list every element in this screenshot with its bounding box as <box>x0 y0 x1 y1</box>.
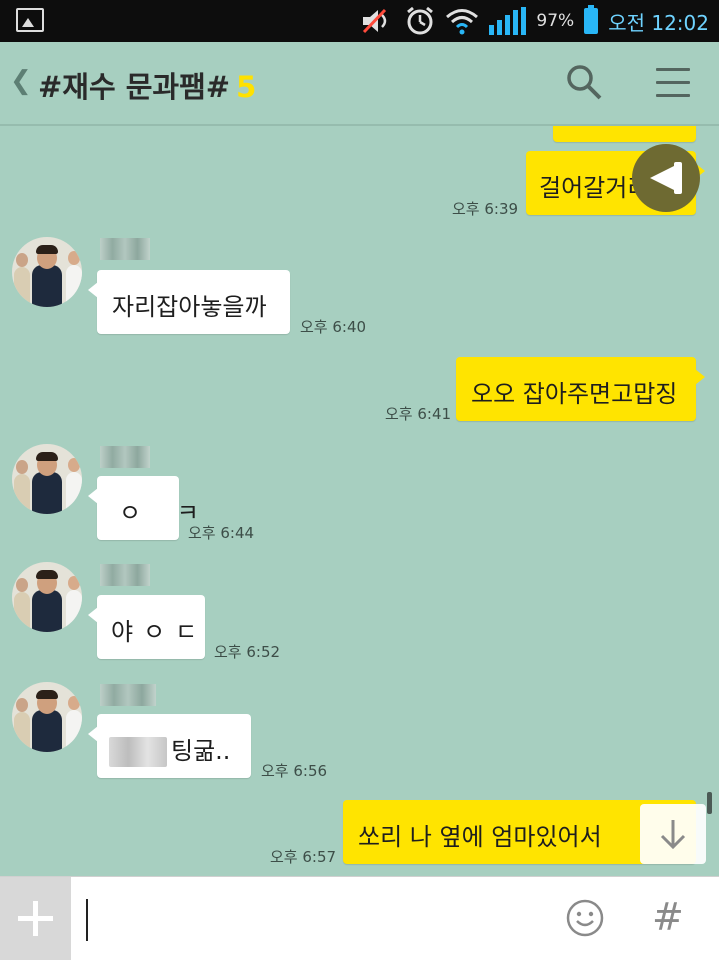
message-input[interactable] <box>86 899 88 941</box>
avatar[interactable] <box>12 237 82 307</box>
message-bubble-me[interactable]: 오오 잡아주면고맙징 <box>456 357 705 421</box>
chat-messages[interactable]: 걸어갈거리 오후 6:39 자리잡아놓을까 오후 6:40 오오 잡아주면고맙징… <box>0 126 719 874</box>
status-icons: 97% 오전 12:02 <box>361 4 709 38</box>
message-bubble-other[interactable]: 자리잡아놓을까 <box>88 270 290 334</box>
message-time: 오후 6:56 <box>261 762 328 780</box>
arrow-down-icon <box>660 820 686 850</box>
search-icon[interactable] <box>566 64 602 100</box>
message-input-bar: # <box>0 876 719 960</box>
back-icon[interactable]: ❮ <box>10 66 32 96</box>
message-time: 오후 6:44 <box>188 524 255 542</box>
scrollbar-thumb[interactable] <box>707 792 712 814</box>
room-name: #재수 문과팸# <box>38 70 231 104</box>
image-icon <box>16 8 44 32</box>
sender-name-blurred <box>100 238 150 260</box>
message-bubble-other[interactable]: ㅇ ㅋ <box>88 476 199 540</box>
blurred-text <box>109 737 167 767</box>
mute-icon <box>363 8 387 34</box>
wifi-icon <box>446 9 479 35</box>
clock: 오전 12:02 <box>608 10 709 35</box>
message-bubble-other[interactable]: 팅굶.. <box>88 714 251 778</box>
message-text: 야ㅇㄷ <box>111 618 208 646</box>
message-time: 오후 6:40 <box>300 318 367 336</box>
chat-header: ❮ #재수 문과팸# 5 <box>0 42 719 126</box>
battery-percent: 97% <box>536 11 575 31</box>
avatar[interactable] <box>12 682 82 752</box>
message-bubble-partial[interactable] <box>553 126 696 142</box>
emoji-icon[interactable] <box>566 899 604 937</box>
message-text-visible: 팅굶.. <box>171 737 231 765</box>
signal-icon <box>489 7 527 35</box>
sender-name-blurred <box>100 564 150 586</box>
message-text: 자리잡아놓을까 <box>112 293 267 321</box>
member-count: 5 <box>236 70 257 104</box>
message-text: 쏘리 나 옆에 엄마있어서 <box>358 823 602 851</box>
message-time: 오후 6:52 <box>214 643 281 661</box>
hashtag-icon[interactable]: # <box>652 895 684 939</box>
battery-icon <box>584 5 599 34</box>
message-bubble-other[interactable]: 야ㅇㄷ <box>88 595 208 659</box>
message-text: 오오 잡아주면고맙징 <box>471 380 678 408</box>
megaphone-icon[interactable] <box>632 144 700 212</box>
message-time: 오후 6:39 <box>452 200 519 218</box>
chat-title: #재수 문과팸# 5 <box>38 64 256 106</box>
menu-icon[interactable] <box>656 68 690 98</box>
avatar[interactable] <box>12 562 82 632</box>
alarm-icon <box>407 6 434 35</box>
plus-icon[interactable] <box>0 877 71 960</box>
status-bar: 97% 오전 12:02 <box>0 0 719 42</box>
sender-name-blurred <box>100 684 156 706</box>
avatar[interactable] <box>12 444 82 514</box>
sender-name-blurred <box>100 446 150 468</box>
scroll-down-button[interactable] <box>640 804 706 864</box>
message-text: 팅굶.. <box>109 731 230 767</box>
message-time: 오후 6:57 <box>270 848 337 866</box>
message-time: 오후 6:41 <box>385 405 452 423</box>
